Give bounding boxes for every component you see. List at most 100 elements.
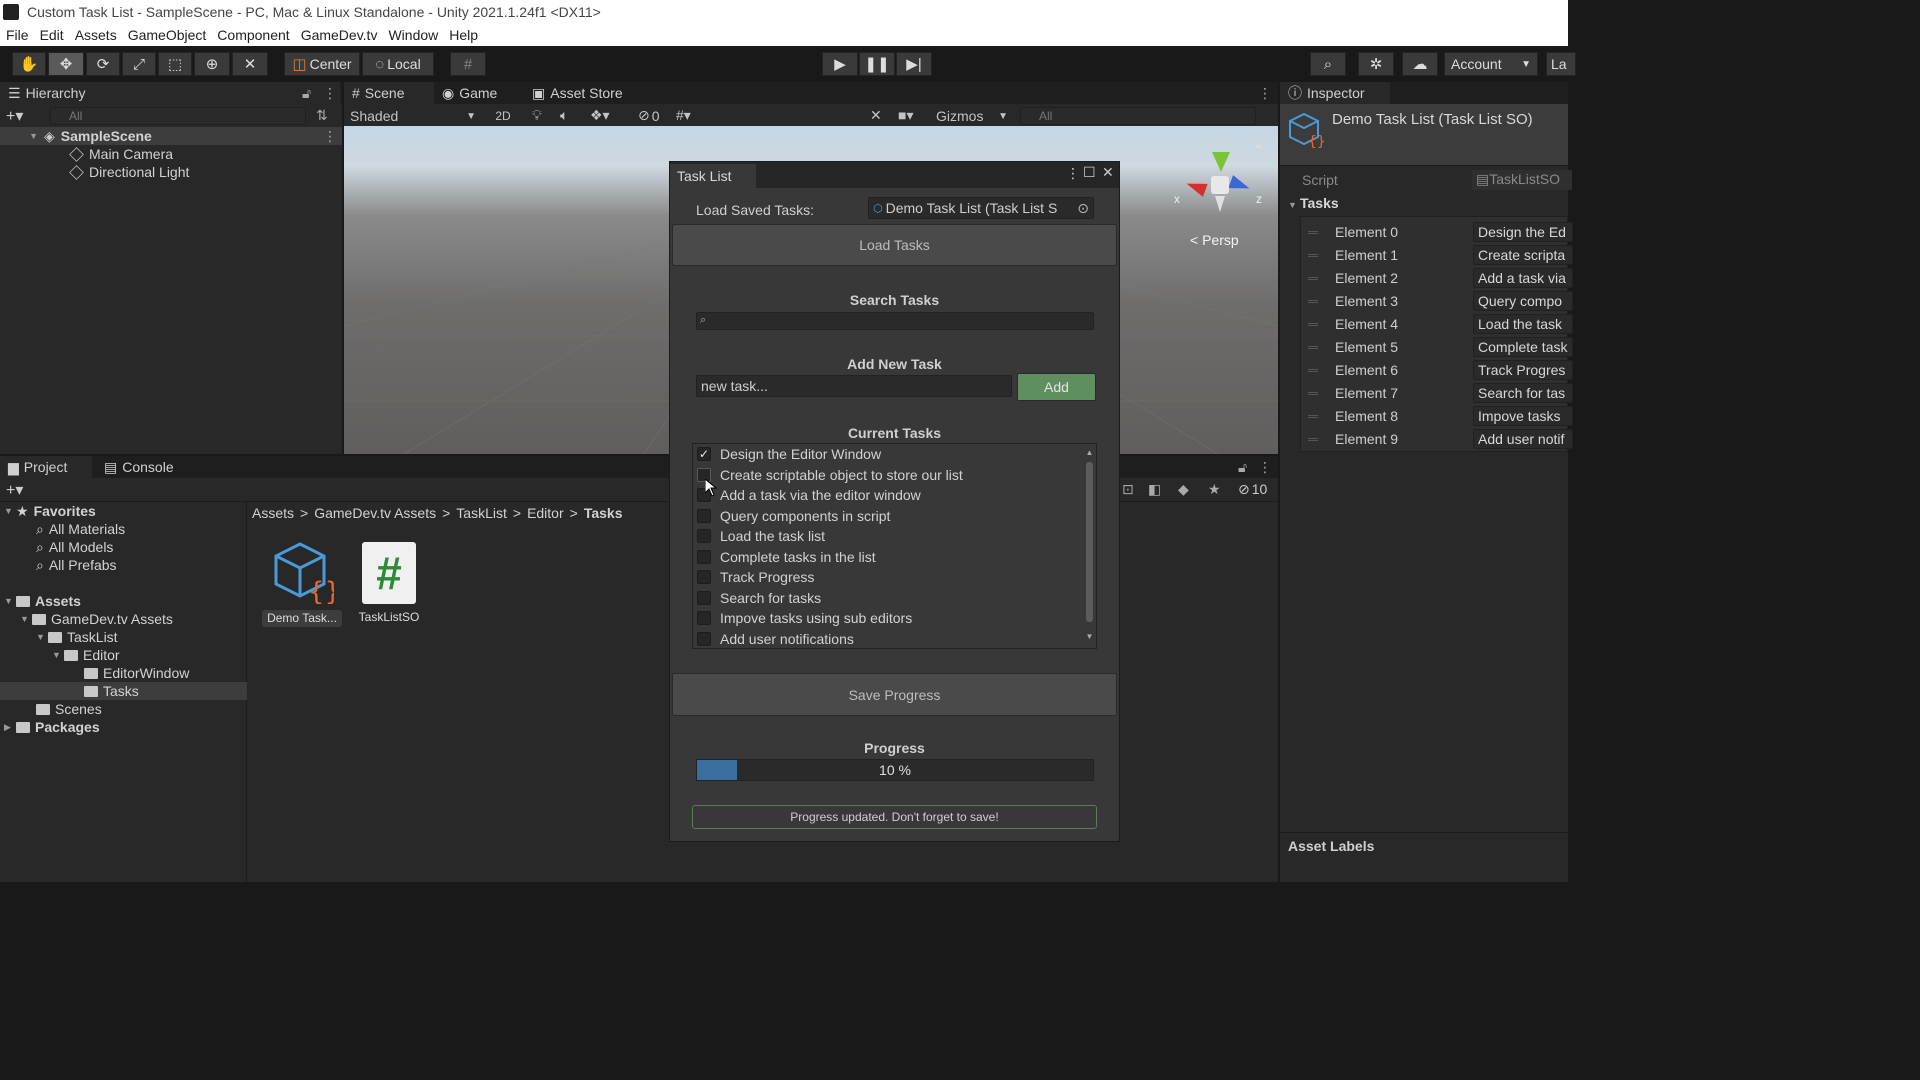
sort-icon[interactable]: ⇅ [316,107,328,124]
filter-icon[interactable]: ◧ [1148,481,1161,498]
x-axis-cone[interactable] [1184,177,1208,197]
account-dropdown[interactable]: Account ▼ [1444,52,1538,76]
kebab-menu-icon[interactable]: ⋮ [1258,459,1272,476]
task-item[interactable]: Track Progress [697,567,814,587]
close-icon[interactable]: ✕ [1102,164,1114,181]
gizmo-center-cube[interactable] [1211,176,1229,194]
breadcrumb-tasklist[interactable]: TaskList [456,505,507,521]
element-field[interactable]: Track Progres [1473,360,1573,380]
load-tasks-button[interactable]: Load Tasks [672,224,1117,266]
2d-toggle[interactable]: 2D [488,106,518,126]
expand-triangle-icon[interactable]: ▼ [20,614,32,624]
tree-editor[interactable]: ▼ Editor [52,646,120,664]
drag-handle-icon[interactable] [1308,323,1318,326]
lock-icon[interactable]: 🔓︎ [1238,459,1247,476]
task-list-object-field[interactable]: ⬡ Demo Task List (Task List S ⊙ [868,197,1094,219]
tab-task-list[interactable]: Task List [670,164,756,188]
add-icon[interactable]: +▾ [6,480,23,500]
element-field[interactable]: Impove tasks [1473,406,1573,426]
task-item[interactable]: Load the task list [697,526,825,546]
menu-gamedevtv[interactable]: GameDev.tv [301,27,378,43]
favorite-all-models[interactable]: ⌕ All Models [36,538,113,556]
gizmo-lock-icon[interactable]: 🔒︎ [1256,140,1261,151]
scroll-down-icon[interactable]: ▼ [1085,632,1094,641]
breadcrumb-tasks[interactable]: Tasks [584,505,623,521]
element-field[interactable]: Search for tas [1473,383,1573,403]
task-checkbox[interactable] [697,570,711,584]
menu-assets[interactable]: Assets [75,27,117,43]
shading-dropdown[interactable]: Shaded ▼ [346,106,480,126]
task-item[interactable]: Add user notifications [697,629,854,649]
y-axis-cone[interactable] [1212,152,1230,172]
search-by-type-icon[interactable]: ⊡ [1122,481,1134,498]
layers-dropdown[interactable]: La [1546,52,1576,76]
hand-tool-button[interactable]: ✋ [12,52,46,76]
asset-tasklistso-script[interactable]: # TaskListSO [350,540,430,630]
neg-y-cone[interactable] [1215,196,1225,212]
element-row-3[interactable]: Element 3 Query compo [1300,290,1573,313]
tab-scene[interactable]: # Scene [344,82,434,104]
tab-hierarchy[interactable]: ☰ Hierarchy [0,82,340,104]
play-button[interactable]: ▶ [822,52,858,76]
task-checkbox[interactable] [697,529,711,543]
task-checkbox[interactable] [697,611,711,625]
maximize-icon[interactable]: ☐ [1083,164,1096,181]
element-row-6[interactable]: Element 6 Track Progres [1300,359,1573,382]
move-tool-button[interactable]: ✥ [48,52,84,76]
add-task-button[interactable]: Add [1017,373,1096,401]
menu-file[interactable]: File [6,27,29,43]
element-row-4[interactable]: Element 4 Load the task [1300,313,1573,336]
tab-project[interactable]: ▆ Project [0,456,92,478]
favorites-row[interactable]: ▼ ★ Favorites [4,502,96,520]
task-item[interactable]: Complete tasks in the list [697,547,876,567]
add-icon[interactable]: +▾ [6,106,23,126]
asset-demo-task-list[interactable]: {} Demo Task... [262,540,342,630]
favorite-star-icon[interactable]: ★ [1208,481,1221,498]
tasks-scrollbar[interactable]: ▲ ▼ [1085,448,1094,644]
breadcrumb-editor[interactable]: Editor [527,505,564,521]
tree-tasks[interactable]: Tasks [0,682,247,700]
scene-menu-icon[interactable]: ⋮ [323,128,337,145]
drag-handle-icon[interactable] [1308,254,1318,257]
task-checkbox[interactable] [697,508,711,523]
pivot-center-button[interactable]: ◫ Center [284,52,360,76]
search-tasks-input[interactable] [696,312,1094,330]
drag-handle-icon[interactable] [1308,300,1318,303]
save-progress-button[interactable]: Save Progress [672,673,1117,716]
grid-toggle-icon[interactable]: #▾ [676,107,691,124]
transform-tool-button[interactable]: ⊕ [194,52,230,76]
packages-row[interactable]: ▶ Packages [4,718,100,736]
hierarchy-item-main-camera[interactable]: Main Camera [69,145,173,163]
drag-handle-icon[interactable] [1308,415,1318,418]
lock-icon[interactable]: 🔓︎ [302,85,311,102]
task-item[interactable]: Search for tasks [697,588,821,608]
task-item[interactable]: Add a task via the editor window [697,485,921,505]
search-button[interactable]: ⌕ [1310,52,1346,76]
menu-edit[interactable]: Edit [40,27,64,43]
step-button[interactable]: ▶| [896,52,932,76]
audio-icon[interactable]: 🔈︎ [560,107,568,124]
kebab-menu-icon[interactable]: ⋮ [1258,85,1272,102]
breadcrumb-gamedevtv[interactable]: GameDev.tv Assets [314,505,436,521]
task-checkbox[interactable] [697,549,711,564]
menu-component[interactable]: Component [217,27,289,43]
element-field[interactable]: Create scripta [1473,245,1573,265]
task-item[interactable]: Create scriptable object to store our li… [697,465,963,485]
tab-asset-store[interactable]: ▣ Asset Store [524,82,631,104]
rect-tool-button[interactable]: ⬚ [158,52,192,76]
task-checkbox[interactable] [697,590,711,605]
camera-icon[interactable]: ■▾ [898,107,913,124]
grid-snap-button[interactable]: # [450,52,486,76]
element-field[interactable]: Load the task [1473,314,1573,334]
element-row-8[interactable]: Element 8 Impove tasks [1300,405,1573,428]
drag-handle-icon[interactable] [1308,438,1318,441]
orientation-gizmo[interactable]: x z [1174,146,1264,226]
collapse-triangle-icon[interactable]: ▶ [4,722,16,733]
tree-scenes[interactable]: Scenes [36,700,102,718]
scroll-up-icon[interactable]: ▲ [1085,448,1094,457]
tree-tasklist[interactable]: ▼ TaskList [36,628,118,646]
asset-labels-header[interactable]: Asset Labels [1288,838,1374,854]
task-item[interactable]: ✓ Design the Editor Window [697,444,881,464]
custom-tool-button[interactable]: ✕ [232,52,268,76]
kebab-menu-icon[interactable]: ⋮ [323,85,337,102]
